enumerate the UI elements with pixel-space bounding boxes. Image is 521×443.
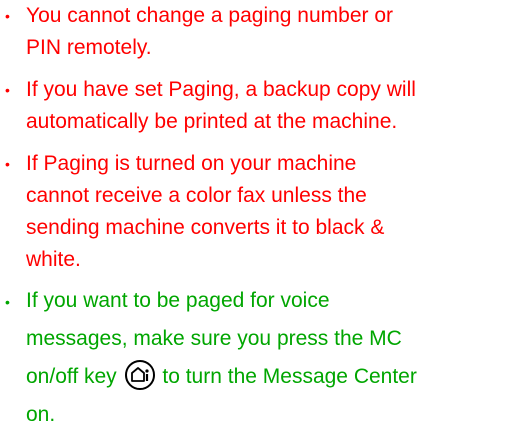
note-line: automatically be printed at the machine. [26, 110, 398, 133]
note-text: If Paging is turned on your machine cann… [26, 148, 521, 276]
bullet: • [5, 294, 10, 310]
note-line: PIN remotely. [26, 36, 152, 59]
note-line: If you have set Paging, a backup copy wi… [26, 78, 416, 101]
note-line: You cannot change a paging number or [26, 4, 394, 27]
note-text: If you have set Paging, a backup copy wi… [26, 74, 521, 138]
note-line: on. [26, 403, 56, 426]
note-remote-change: • You cannot change a paging number or P… [0, 0, 521, 64]
note-text: If you want to be paged for voice messag… [26, 282, 521, 434]
note-voice-paging: • If you want to be paged for voice mess… [0, 286, 521, 434]
note-backup-copy: • If you have set Paging, a backup copy … [0, 74, 521, 138]
bullet: • [5, 8, 10, 24]
note-line: on/off key [26, 365, 117, 388]
note-line: to turn the Message Center [162, 365, 417, 388]
notes-list: • You cannot change a paging number or P… [0, 0, 521, 443]
mc-on-off-key-icon [124, 360, 155, 391]
note-line: messages, make sure you press the MC [26, 327, 402, 350]
note-text: You cannot change a paging number or PIN… [26, 0, 521, 64]
note-line: sending machine converts it to black & [26, 216, 385, 239]
note-line: white. [26, 248, 81, 271]
bullet: • [5, 156, 10, 172]
note-color-fax: • If Paging is turned on your machine ca… [0, 148, 521, 276]
note-line: cannot receive a color fax unless the [26, 184, 367, 207]
note-line: If Paging is turned on your machine [26, 152, 357, 175]
note-line: If you want to be paged for voice [26, 289, 330, 312]
bullet: • [5, 82, 10, 98]
